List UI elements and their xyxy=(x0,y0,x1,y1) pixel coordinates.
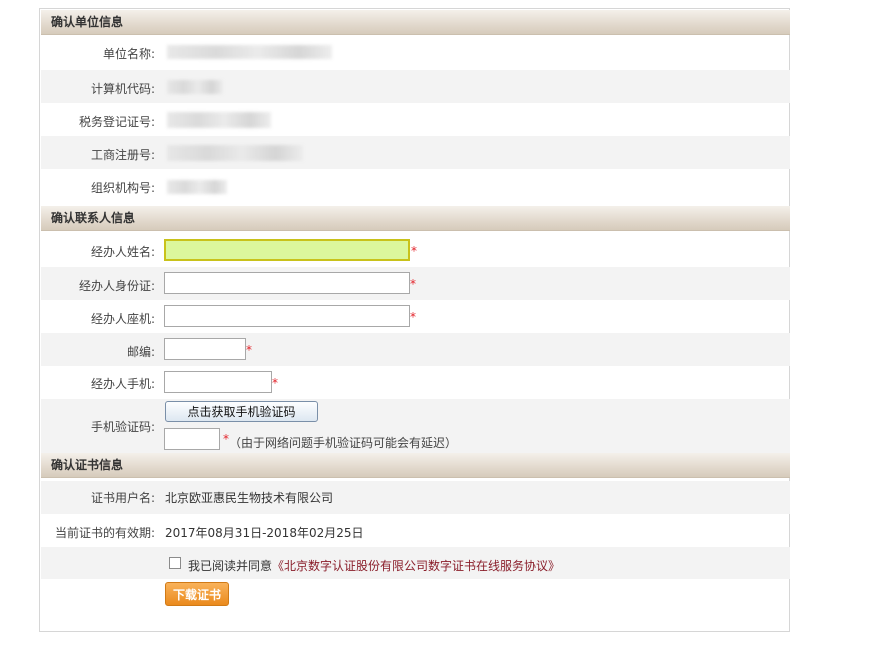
section-header-unit: 确认单位信息 xyxy=(41,10,790,35)
unit-name-value-redacted xyxy=(167,45,332,59)
contact-phone-input[interactable] xyxy=(164,305,410,327)
computer-code-label: 计算机代码: xyxy=(90,82,155,96)
get-sms-code-button[interactable]: 点击获取手机验证码 xyxy=(165,401,318,422)
contact-id-label: 经办人身份证: xyxy=(78,279,155,293)
agreement-link[interactable]: 《北京数字认证股份有限公司数字证书在线服务协议》 xyxy=(272,559,560,573)
sms-code-input[interactable] xyxy=(164,428,220,450)
org-code-row: 组织机构号: xyxy=(41,169,790,203)
download-certificate-button[interactable]: 下载证书 xyxy=(165,582,229,606)
contact-name-input[interactable] xyxy=(164,239,410,261)
contact-phone-required-mark: * xyxy=(410,310,416,324)
agreement-checkbox[interactable] xyxy=(169,557,181,569)
contact-name-label: 经办人姓名: xyxy=(90,245,155,259)
sms-code-label: 手机验证码: xyxy=(90,420,155,434)
contact-mobile-required-mark: * xyxy=(272,376,278,390)
section-header-contact: 确认联系人信息 xyxy=(41,206,790,231)
zip-input[interactable] xyxy=(164,338,246,360)
agreement-text: 我已阅读并同意《北京数字认证股份有限公司数字证书在线服务协议》 xyxy=(188,557,560,574)
unit-name-label: 单位名称: xyxy=(102,47,155,61)
tax-number-label: 税务登记证号: xyxy=(78,115,155,129)
computer-code-value-redacted xyxy=(167,80,223,94)
sms-code-required-mark: * xyxy=(223,432,229,446)
zip-label: 邮编: xyxy=(126,345,155,359)
agreement-row: 我已阅读并同意《北京数字认证股份有限公司数字证书在线服务协议》 xyxy=(41,547,790,579)
unit-name-row: 单位名称: xyxy=(41,37,790,70)
cert-validity-value: 2017年08月31日-2018年02月25日 xyxy=(165,526,364,540)
contact-id-required-mark: * xyxy=(410,277,416,291)
zip-row: 邮编: xyxy=(41,333,790,366)
sms-code-row: 手机验证码: （由于网络问题手机验证码可能会有延迟） xyxy=(41,399,790,461)
agreement-prefix: 我已阅读并同意 xyxy=(188,559,273,573)
contact-mobile-input[interactable] xyxy=(164,371,272,393)
business-reg-row: 工商注册号: xyxy=(41,136,790,169)
cert-user-value: 北京欧亚惠民生物技术有限公司 xyxy=(165,491,334,505)
contact-mobile-row: 经办人手机: xyxy=(41,366,790,399)
contact-mobile-label: 经办人手机: xyxy=(90,377,155,391)
contact-phone-label: 经办人座机: xyxy=(90,312,155,326)
cert-validity-label: 当前证书的有效期: xyxy=(54,526,155,540)
computer-code-row: 计算机代码: xyxy=(41,70,790,103)
contact-id-input[interactable] xyxy=(164,272,410,294)
tax-number-row: 税务登记证号: xyxy=(41,103,790,136)
org-code-value-redacted xyxy=(167,180,227,194)
org-code-label: 组织机构号: xyxy=(90,181,155,195)
contact-name-required-mark: * xyxy=(411,244,417,258)
business-reg-value-redacted xyxy=(167,145,303,161)
zip-required-mark: * xyxy=(246,343,252,357)
business-reg-label: 工商注册号: xyxy=(90,148,155,162)
cert-validity-row: 当前证书的有效期: 2017年08月31日-2018年02月25日 xyxy=(41,514,790,547)
cert-user-label: 证书用户名: xyxy=(90,491,155,505)
tax-number-value-redacted xyxy=(167,112,271,128)
cert-user-row: 证书用户名: 北京欧亚惠民生物技术有限公司 xyxy=(41,481,790,514)
section-header-cert: 确认证书信息 xyxy=(41,453,790,478)
sms-delay-note: （由于网络问题手机验证码可能会有延迟） xyxy=(229,436,458,450)
